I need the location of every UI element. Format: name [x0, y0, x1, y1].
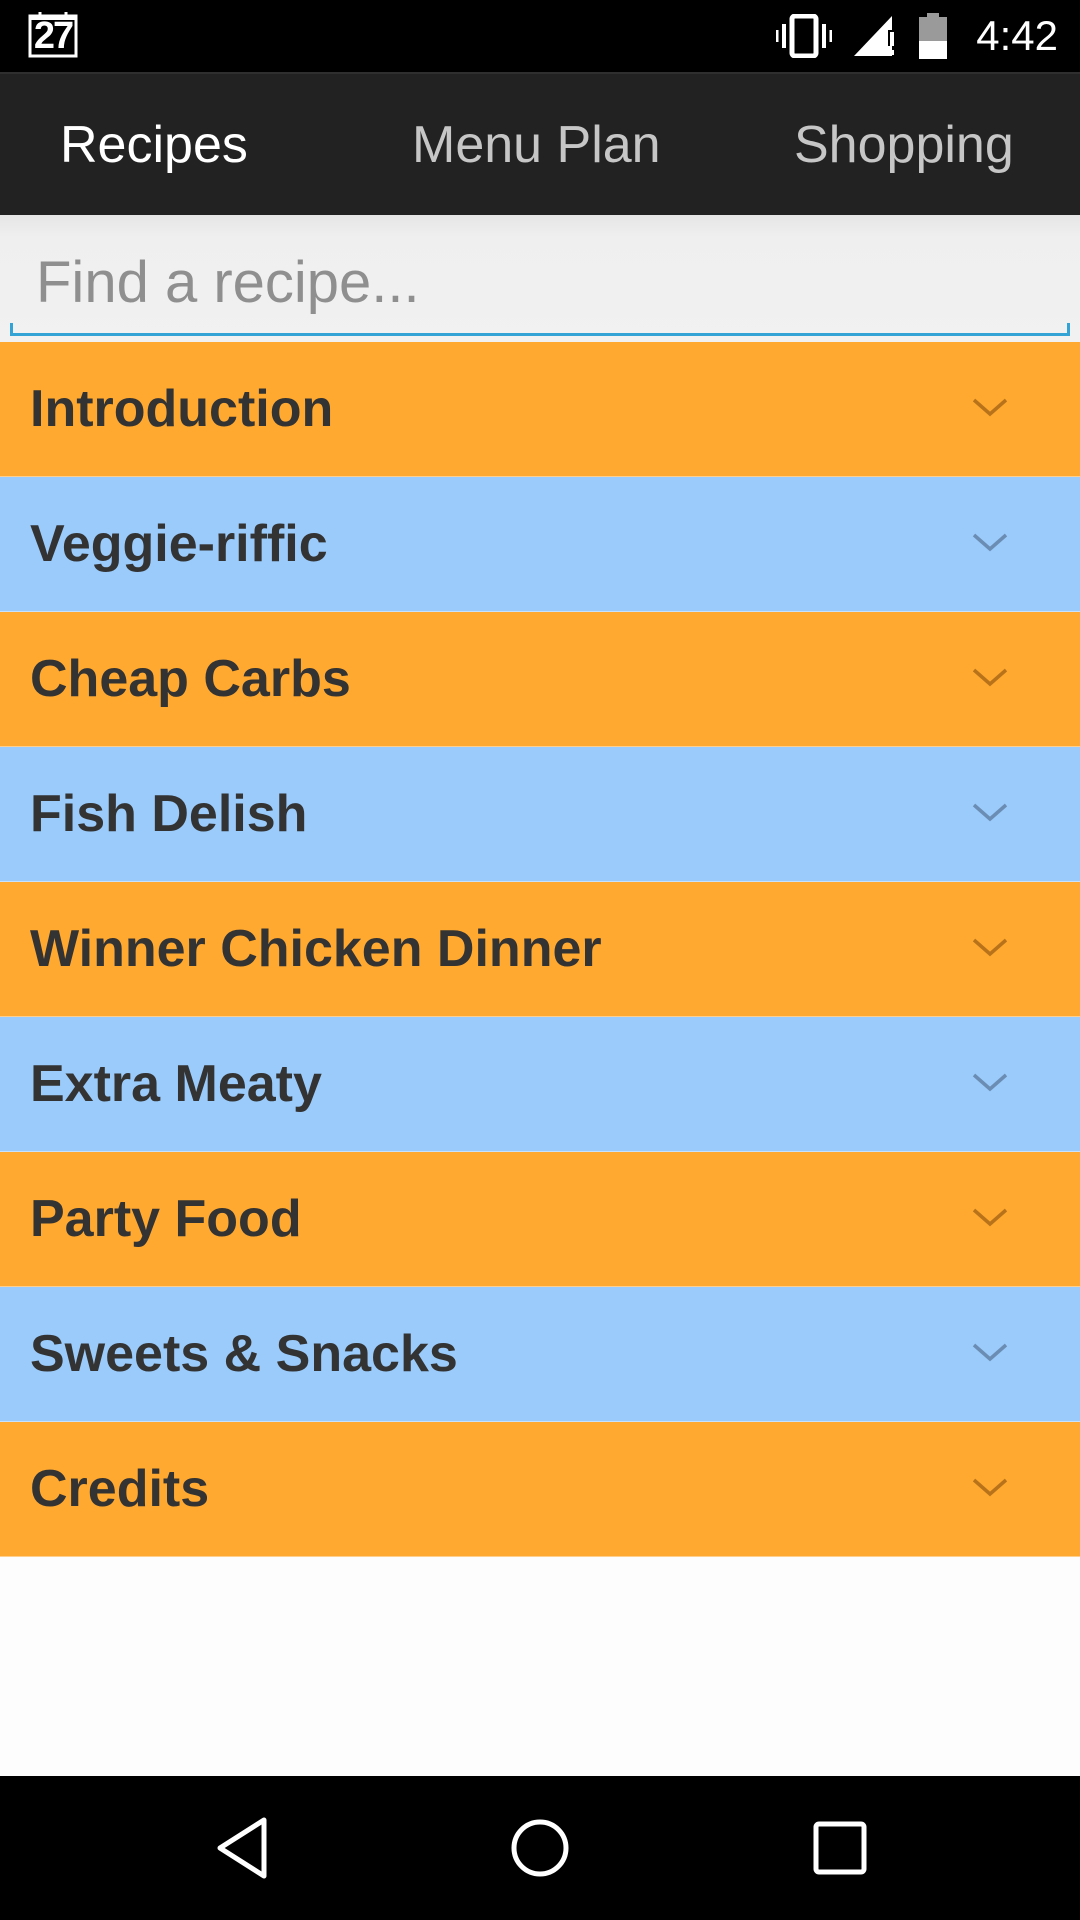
category-list: Introduction Veggie-riffic Cheap Carbs F…: [0, 342, 1080, 1557]
vibrate-icon: [776, 14, 833, 58]
back-icon[interactable]: [206, 1812, 278, 1884]
category-label: Winner Chicken Dinner: [30, 920, 602, 978]
category-label: Cheap Carbs: [30, 650, 351, 708]
chevron-down-icon: [972, 938, 1008, 957]
category-winner-chicken-dinner[interactable]: Winner Chicken Dinner: [0, 882, 1080, 1017]
chevron-down-icon: [972, 1208, 1008, 1227]
category-label: Veggie-riffic: [30, 515, 328, 573]
search-underline: [10, 323, 1070, 336]
category-label: Credits: [30, 1460, 210, 1518]
category-fish-delish[interactable]: Fish Delish: [0, 747, 1080, 882]
tab-shopping[interactable]: Shopping: [794, 74, 1014, 217]
category-label: Fish Delish: [30, 785, 308, 843]
chevron-down-icon: [972, 533, 1008, 552]
chevron-down-icon: [972, 398, 1008, 417]
chevron-down-icon: [972, 1343, 1008, 1362]
screen: 27 4:42 Recipes Menu Plan Shopping Find …: [0, 0, 1080, 1920]
chevron-down-icon: [972, 803, 1008, 822]
search-input[interactable]: [10, 233, 1070, 331]
category-introduction[interactable]: Introduction: [0, 342, 1080, 477]
battery-icon: [919, 13, 948, 59]
category-label: Party Food: [30, 1190, 302, 1248]
tab-bar: Recipes Menu Plan Shopping: [0, 72, 1080, 215]
category-label: Sweets & Snacks: [30, 1325, 458, 1383]
category-sweets-snacks[interactable]: Sweets & Snacks: [0, 1287, 1080, 1422]
chevron-down-icon: [972, 1073, 1008, 1092]
search-bar: [0, 215, 1080, 342]
category-cheap-carbs[interactable]: Cheap Carbs: [0, 612, 1080, 747]
chevron-down-icon: [972, 668, 1008, 687]
status-icons: 4:42: [776, 10, 1058, 62]
tab-menu-plan[interactable]: Menu Plan: [412, 74, 661, 217]
category-label: Extra Meaty: [30, 1055, 322, 1113]
signal-icon: [854, 16, 897, 56]
status-date: 27: [33, 15, 74, 57]
navigation-bar: [0, 1776, 1080, 1920]
status-bar: 27 4:42: [0, 0, 1080, 72]
home-icon[interactable]: [504, 1812, 576, 1884]
recents-icon[interactable]: [804, 1812, 876, 1884]
category-extra-meaty[interactable]: Extra Meaty: [0, 1017, 1080, 1152]
tab-recipes[interactable]: Recipes: [60, 74, 248, 217]
status-time: 4:42: [976, 12, 1058, 59]
category-party-food[interactable]: Party Food: [0, 1152, 1080, 1287]
category-veggie-riffic[interactable]: Veggie-riffic: [0, 477, 1080, 612]
category-credits[interactable]: Credits: [0, 1422, 1080, 1557]
category-label: Introduction: [30, 380, 334, 438]
chevron-down-icon: [972, 1478, 1008, 1497]
